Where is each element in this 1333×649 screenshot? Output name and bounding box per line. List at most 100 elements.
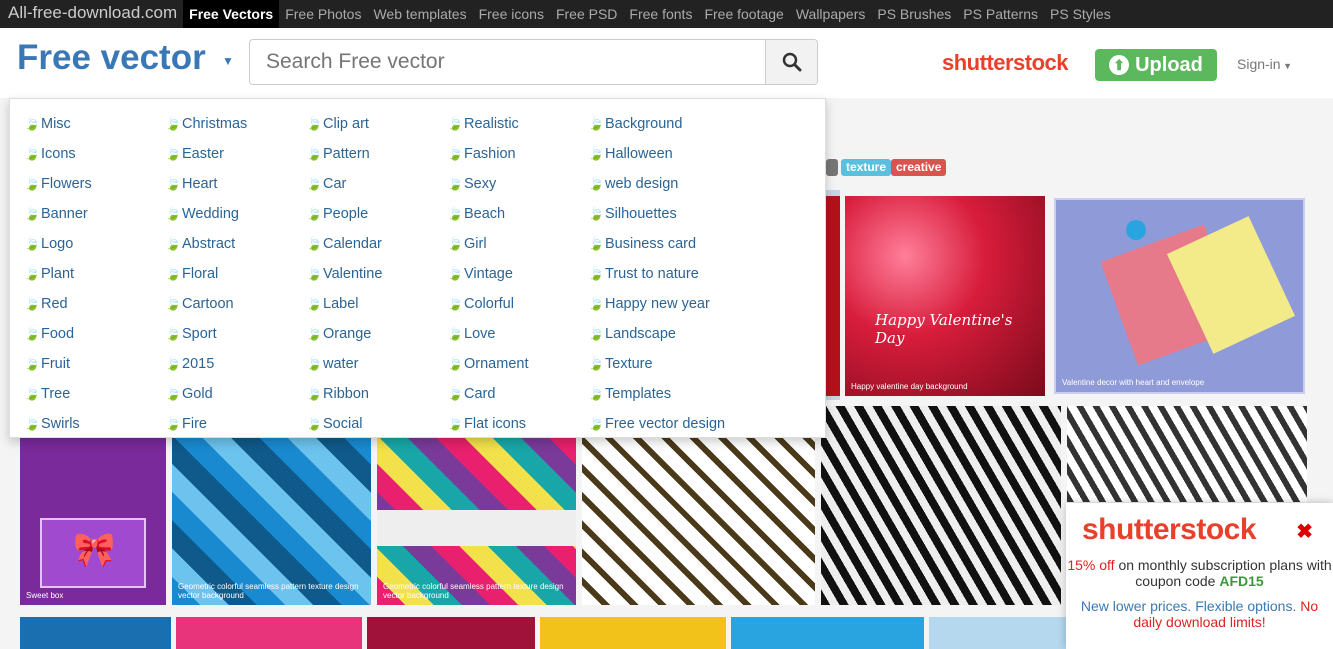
category-link[interactable]: 🍃 Sexy bbox=[447, 169, 528, 199]
category-link[interactable]: 🍃 Orange bbox=[306, 319, 382, 349]
category-link[interactable]: 🍃 water bbox=[306, 349, 382, 379]
nav-free-icons[interactable]: Free icons bbox=[473, 0, 550, 28]
nav-free-fonts[interactable]: Free fonts bbox=[623, 0, 698, 28]
close-icon[interactable]: ✖ bbox=[1296, 519, 1313, 544]
category-link[interactable]: 🍃 Swirls bbox=[24, 409, 92, 439]
thumbnail-image[interactable] bbox=[821, 406, 1061, 605]
category-link[interactable]: 🍃 Icons bbox=[24, 139, 92, 169]
category-link[interactable]: 🍃 Valentine bbox=[306, 259, 382, 289]
thumbnail-image[interactable] bbox=[826, 196, 840, 396]
thumbnail-image[interactable]: Geometric colorful seamless pattern text… bbox=[377, 438, 576, 605]
nav-wallpapers[interactable]: Wallpapers bbox=[790, 0, 872, 28]
category-link[interactable]: 🍃 Trust to nature bbox=[588, 259, 725, 289]
category-link[interactable]: 🍃 Food bbox=[24, 319, 92, 349]
category-link[interactable]: 🍃 web design bbox=[588, 169, 725, 199]
upload-button[interactable]: ⬆ Upload bbox=[1095, 49, 1217, 81]
category-link[interactable]: 🍃 Halloween bbox=[588, 139, 725, 169]
category-link[interactable]: 🍃 Label bbox=[306, 289, 382, 319]
thumbnail-image[interactable] bbox=[582, 438, 815, 605]
tag-badge[interactable] bbox=[826, 159, 838, 176]
category-link[interactable]: 🍃 Texture bbox=[588, 349, 725, 379]
category-link[interactable]: 🍃 Logo bbox=[24, 229, 92, 259]
category-link[interactable]: 🍃 Fire bbox=[165, 409, 247, 439]
category-link[interactable]: 🍃 2015 bbox=[165, 349, 247, 379]
category-link[interactable]: 🍃 Happy new year bbox=[588, 289, 725, 319]
category-link[interactable]: 🍃 Misc bbox=[24, 109, 92, 139]
category-link[interactable]: 🍃 Sport bbox=[165, 319, 247, 349]
category-link[interactable]: 🍃 Templates bbox=[588, 379, 725, 409]
thumbnail-image[interactable] bbox=[176, 617, 362, 649]
category-link[interactable]: 🍃 Free vector design bbox=[588, 409, 725, 439]
category-link[interactable]: 🍃 Pattern bbox=[306, 139, 382, 169]
category-link[interactable]: 🍃 Card bbox=[447, 379, 528, 409]
category-link[interactable]: 🍃 Beach bbox=[447, 199, 528, 229]
leaf-icon: 🍃 bbox=[306, 236, 323, 251]
leaf-icon: 🍃 bbox=[165, 146, 182, 161]
category-link[interactable]: 🍃 Landscape bbox=[588, 319, 725, 349]
category-link[interactable]: 🍃 Business card bbox=[588, 229, 725, 259]
category-link[interactable]: 🍃 Floral bbox=[165, 259, 247, 289]
thumbnail-image[interactable] bbox=[1067, 406, 1307, 502]
header: Free vector ▼ shutterstock ⬆ Upload Sign… bbox=[0, 28, 1333, 98]
category-link[interactable]: 🍃 Colorful bbox=[447, 289, 528, 319]
category-link[interactable]: 🍃 Car bbox=[306, 169, 382, 199]
site-brand[interactable]: All-free-download.com bbox=[0, 0, 183, 28]
nav-ps-brushes[interactable]: PS Brushes bbox=[871, 0, 957, 28]
category-label: Beach bbox=[464, 206, 506, 222]
category-link[interactable]: 🍃 Banner bbox=[24, 199, 92, 229]
thumbnail-image[interactable]: Happy Valentine's Day Happy valentine da… bbox=[845, 196, 1045, 396]
caret-down-icon[interactable]: ▼ bbox=[222, 54, 234, 68]
search-input[interactable] bbox=[250, 40, 765, 84]
thumbnail-image[interactable] bbox=[540, 617, 726, 649]
search-button[interactable] bbox=[765, 40, 817, 84]
thumbnail-image[interactable]: 🎀 Sweet box bbox=[20, 438, 166, 605]
category-link[interactable]: 🍃 Vintage bbox=[447, 259, 528, 289]
promo-popup[interactable]: shutterstock ✖ 15% off on monthly subscr… bbox=[1066, 503, 1333, 649]
tag-texture[interactable]: texture bbox=[841, 159, 892, 176]
category-link[interactable]: 🍃 Social bbox=[306, 409, 382, 439]
shutterstock-logo[interactable]: shutterstock bbox=[942, 50, 1069, 76]
category-link[interactable]: 🍃 Fashion bbox=[447, 139, 528, 169]
category-link[interactable]: 🍃 Easter bbox=[165, 139, 247, 169]
nav-web-templates[interactable]: Web templates bbox=[367, 0, 472, 28]
nav-free-footage[interactable]: Free footage bbox=[698, 0, 789, 28]
category-link[interactable]: 🍃 Girl bbox=[447, 229, 528, 259]
category-link[interactable]: 🍃 Plant bbox=[24, 259, 92, 289]
category-link[interactable]: 🍃 Tree bbox=[24, 379, 92, 409]
category-link[interactable]: 🍃 Heart bbox=[165, 169, 247, 199]
leaf-icon: 🍃 bbox=[588, 236, 605, 251]
category-link[interactable]: 🍃 Silhouettes bbox=[588, 199, 725, 229]
top-nav: All-free-download.com Free Vectors Free … bbox=[0, 0, 1333, 28]
thumbnail-image[interactable] bbox=[731, 617, 924, 649]
category-link[interactable]: 🍃 Background bbox=[588, 109, 725, 139]
category-link[interactable]: 🍃 People bbox=[306, 199, 382, 229]
section-logo[interactable]: Free vector bbox=[17, 38, 206, 78]
tag-creative[interactable]: creative bbox=[891, 159, 947, 176]
category-link[interactable]: 🍃 Calendar bbox=[306, 229, 382, 259]
category-link[interactable]: 🍃 Red bbox=[24, 289, 92, 319]
category-link[interactable]: 🍃 Clip art bbox=[306, 109, 382, 139]
category-link[interactable]: 🍃 Cartoon bbox=[165, 289, 247, 319]
nav-ps-patterns[interactable]: PS Patterns bbox=[957, 0, 1044, 28]
thumbnail-image[interactable]: Valentine decor with heart and envelope bbox=[1054, 198, 1305, 394]
nav-free-photos[interactable]: Free Photos bbox=[279, 0, 367, 28]
category-link[interactable]: 🍃 Gold bbox=[165, 379, 247, 409]
category-link[interactable]: 🍃 Abstract bbox=[165, 229, 247, 259]
thumbnail-image[interactable] bbox=[367, 617, 535, 649]
thumbnail-image[interactable]: Geometric colorful seamless pattern text… bbox=[172, 438, 371, 605]
thumbnail-image[interactable] bbox=[20, 617, 171, 649]
category-link[interactable]: 🍃 Wedding bbox=[165, 199, 247, 229]
category-link[interactable]: 🍃 Christmas bbox=[165, 109, 247, 139]
signin-link[interactable]: Sign-in ▼ bbox=[1237, 56, 1292, 72]
category-link[interactable]: 🍃 Flat icons bbox=[447, 409, 528, 439]
category-link[interactable]: 🍃 Ribbon bbox=[306, 379, 382, 409]
nav-ps-styles[interactable]: PS Styles bbox=[1044, 0, 1117, 28]
nav-free-psd[interactable]: Free PSD bbox=[550, 0, 623, 28]
category-link[interactable]: 🍃 Flowers bbox=[24, 169, 92, 199]
category-link[interactable]: 🍃 Fruit bbox=[24, 349, 92, 379]
nav-free-vectors[interactable]: Free Vectors bbox=[183, 0, 280, 28]
category-link[interactable]: 🍃 Ornament bbox=[447, 349, 528, 379]
category-link[interactable]: 🍃 Love bbox=[447, 319, 528, 349]
category-link[interactable]: 🍃 Realistic bbox=[447, 109, 528, 139]
thumbnail-image[interactable] bbox=[929, 617, 1066, 649]
